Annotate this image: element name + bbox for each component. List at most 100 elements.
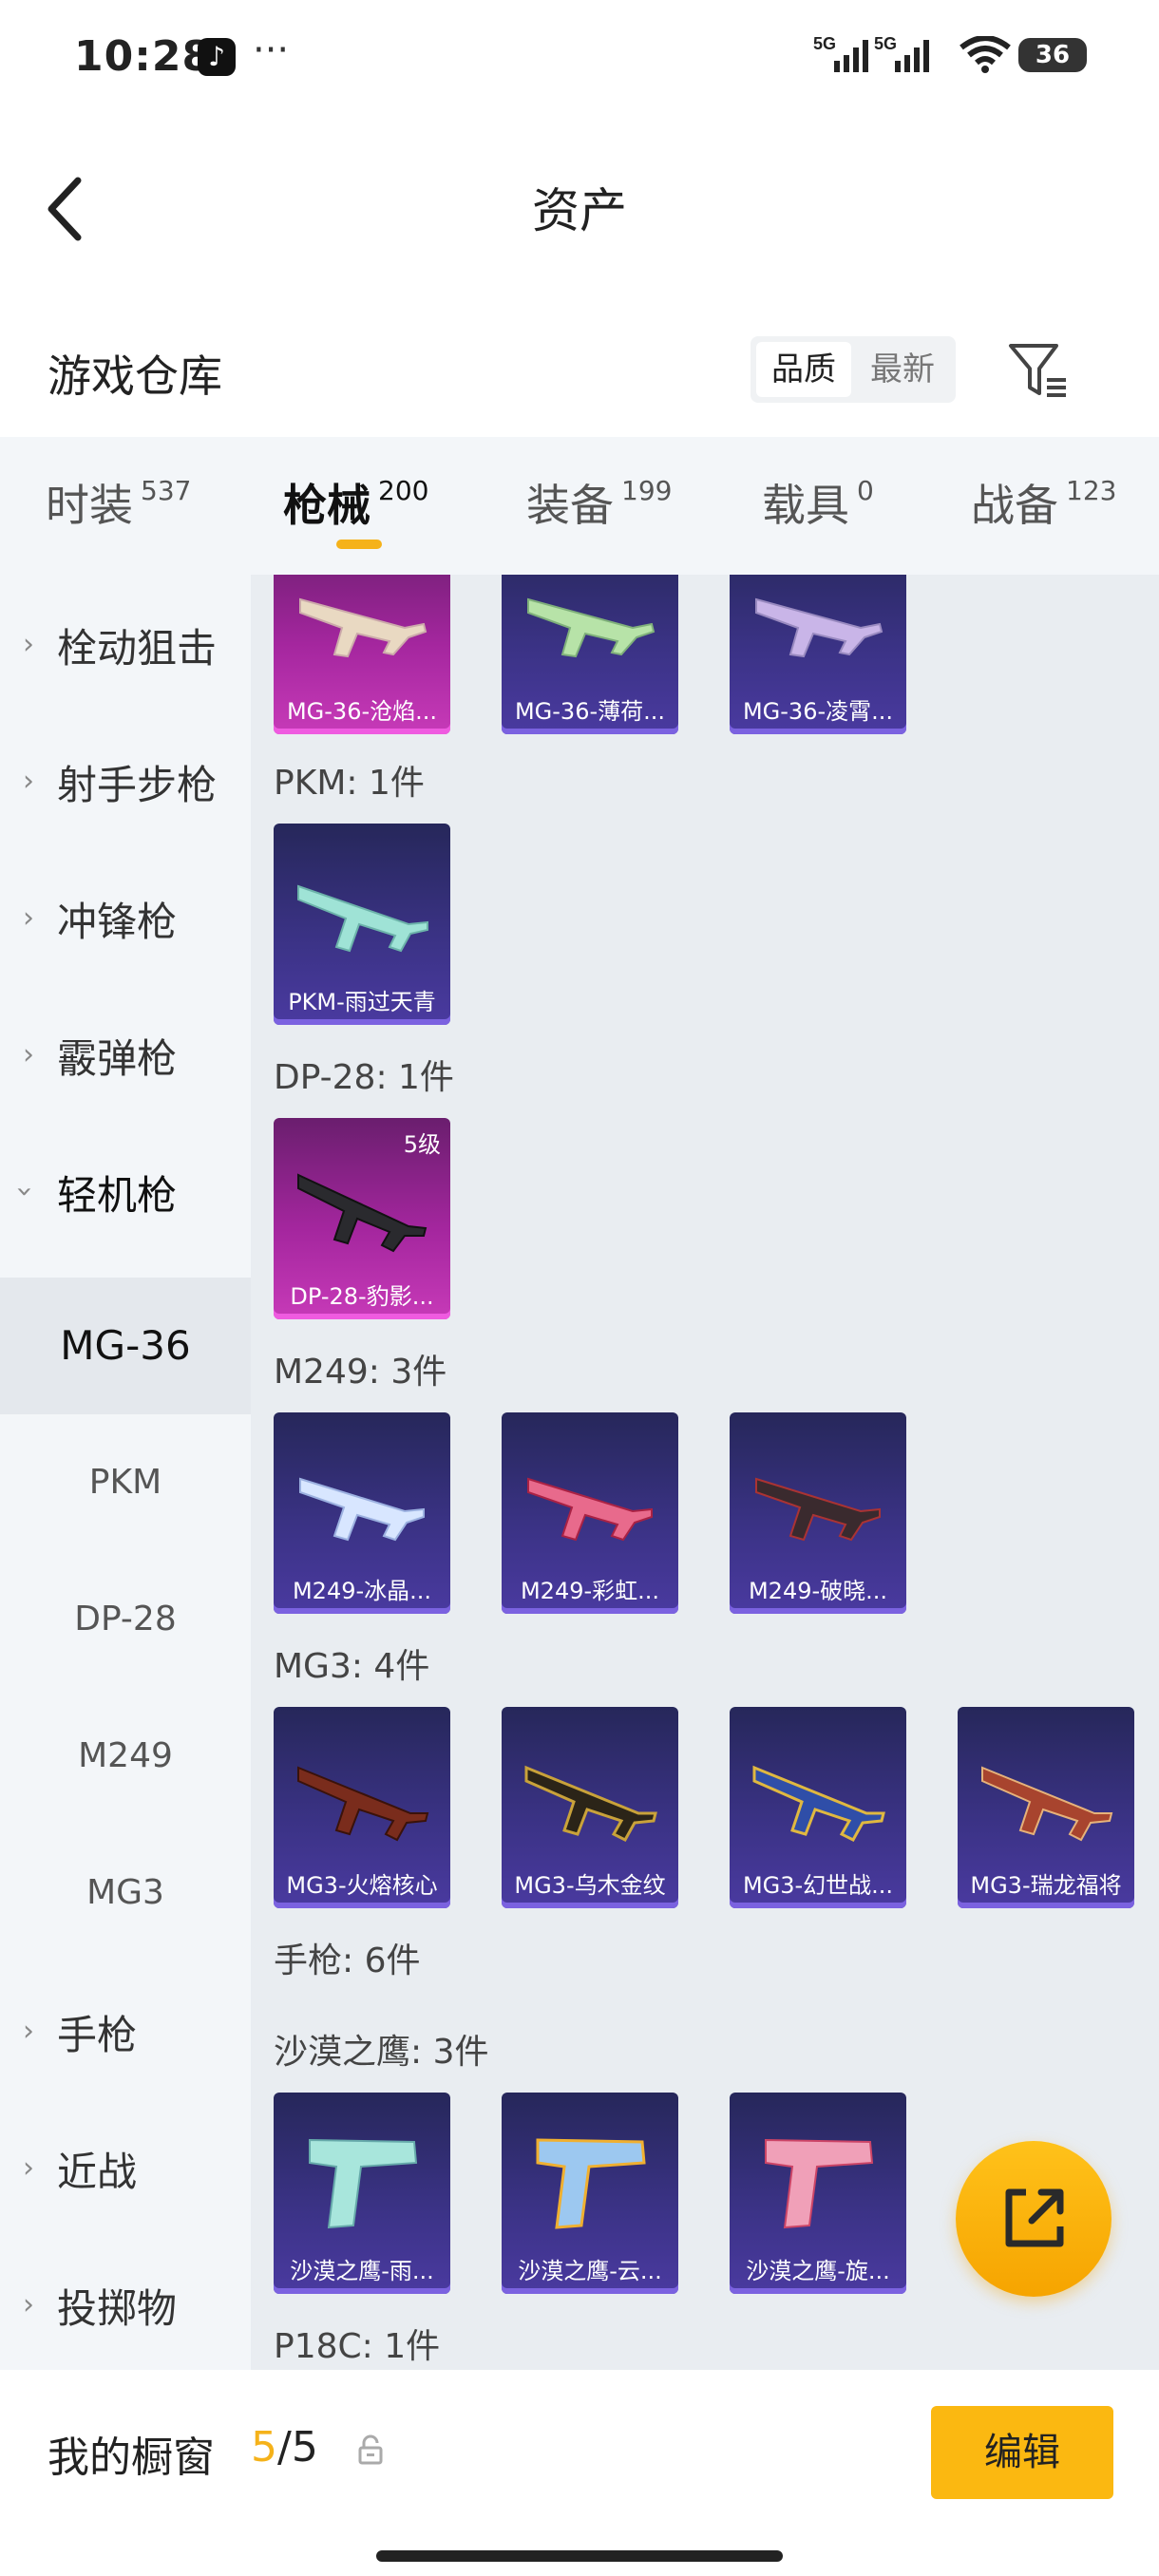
weapon-card-name: M249-彩虹... xyxy=(520,1578,660,1604)
chevron-right-icon: › xyxy=(23,2015,34,2048)
showcase-title: 我的橱窗 xyxy=(48,2434,215,2482)
weapon-card[interactable]: MG3-幻世战... xyxy=(730,1707,906,1908)
weapon-card[interactable]: MG3-火熔核心 xyxy=(274,1707,450,1908)
weapon-card-name: M249-冰晶... xyxy=(292,1578,432,1604)
chevron-right-icon: › xyxy=(23,901,34,935)
sidebar-sub-pkm[interactable]: PKM xyxy=(0,1414,251,1551)
weapon-card[interactable]: 沙漠之鹰-云... xyxy=(502,2093,678,2294)
group-title-dp28: DP-28: 1件 xyxy=(274,1058,454,1097)
sidebar-item-marksman-rifle[interactable]: › 射手步枪 xyxy=(0,711,251,848)
showcase-bar: 我的橱窗 5/5 编辑 xyxy=(0,2370,1159,2576)
machine-gun-icon xyxy=(297,1173,428,1253)
share-external-icon xyxy=(1005,2188,1064,2247)
weapon-card[interactable]: 5级 DP-28-豹影... xyxy=(274,1118,450,1319)
tiktok-icon: ♪ xyxy=(198,38,236,76)
weapon-card[interactable]: MG-36-薄荷... xyxy=(502,575,678,734)
tab-count: 537 xyxy=(141,475,192,506)
weapon-card-name: MG3-火熔核心 xyxy=(286,1872,438,1899)
weapon-card-name: 沙漠之鹰-雨... xyxy=(290,2258,434,2284)
tab-vehicles[interactable]: 载具 0 xyxy=(762,471,874,534)
sidebar-item-label: 射手步枪 xyxy=(57,762,218,808)
sidebar-item-bolt-sniper[interactable]: › 栓动狙击 xyxy=(0,575,251,711)
sidebar-item-label: 霰弹枪 xyxy=(57,1035,178,1082)
machine-gun-icon xyxy=(297,1766,429,1842)
more-notifications-icon: ··· xyxy=(253,28,290,72)
rifle-icon xyxy=(299,1477,425,1542)
share-floating-button[interactable] xyxy=(956,2141,1112,2297)
group-title-deagle: 沙漠之鹰: 3件 xyxy=(274,2033,489,2072)
weapon-card[interactable]: M249-破晓... xyxy=(730,1412,906,1614)
weapon-card[interactable]: M249-彩虹... xyxy=(502,1412,678,1614)
rifle-icon xyxy=(755,1477,881,1542)
group-title-mg3: MG3: 4件 xyxy=(274,1647,430,1686)
sidebar-item-pistol[interactable]: › 手枪 xyxy=(0,1961,251,2098)
tab-label: 装备 xyxy=(526,480,614,531)
weapon-card-name: MG-36-薄荷... xyxy=(514,698,666,725)
weapon-card-name: MG3-乌木金纹 xyxy=(514,1872,666,1899)
sidebar-item-label: 轻机枪 xyxy=(57,1172,178,1219)
lock-icon xyxy=(358,2434,383,2465)
tab-label: 时装 xyxy=(46,480,133,531)
machine-gun-icon xyxy=(752,1765,885,1842)
sidebar-item-throwables[interactable]: › 投掷物 xyxy=(0,2235,251,2372)
tab-count: 200 xyxy=(378,475,429,506)
sidebar-item-melee[interactable]: › 近战 xyxy=(0,2098,251,2235)
filter-icon[interactable] xyxy=(1007,340,1070,403)
weapon-card-name: DP-28-豹影... xyxy=(290,1283,434,1310)
weapon-card-name: MG-36-凌霄... xyxy=(742,698,894,725)
weapon-card[interactable]: MG-36-凌霄... xyxy=(730,575,906,734)
sidebar-item-smg[interactable]: › 冲锋枪 xyxy=(0,848,251,985)
signal-5g-icon-2: 5G xyxy=(874,34,929,72)
sidebar-item-label: 冲锋枪 xyxy=(57,899,178,945)
category-tabs: 时装 537 枪械 200 装备 199 载具 0 战备 123 xyxy=(0,437,1159,575)
weapon-card-name: MG-36-沧焰... xyxy=(286,698,438,725)
chevron-right-icon: › xyxy=(23,2288,34,2321)
sidebar-item-label: 近战 xyxy=(57,2149,138,2195)
app-header: 资产 xyxy=(0,142,1159,266)
sidebar-item-lmg[interactable]: › 轻机枪 xyxy=(0,1122,251,1259)
edit-showcase-button[interactable]: 编辑 xyxy=(931,2406,1113,2499)
tab-count: 199 xyxy=(621,475,673,506)
rifle-icon xyxy=(527,1477,653,1542)
chevron-down-icon: › xyxy=(8,1185,42,1198)
weapon-card-name: MG3-瑞龙福将 xyxy=(970,1872,1122,1899)
weapon-card[interactable]: MG3-乌木金纹 xyxy=(502,1707,678,1908)
weapon-type-sidebar: › 栓动狙击 › 射手步枪 › 冲锋枪 › 霰弹枪 › 轻机枪 MG-36 PKM DP-… xyxy=(0,575,251,2370)
tab-fashion[interactable]: 时装 537 xyxy=(46,471,191,534)
rifle-icon xyxy=(755,597,884,658)
weapon-card-name: 沙漠之鹰-云... xyxy=(518,2258,662,2284)
tab-equipment[interactable]: 装备 199 xyxy=(526,471,672,534)
sidebar-item-label: 手枪 xyxy=(57,2012,138,2058)
sidebar-sub-mg36[interactable]: MG-36 xyxy=(0,1278,251,1414)
group-title-pkm: PKM: 1件 xyxy=(274,764,425,803)
sort-segmented-control: 品质 最新 xyxy=(750,336,956,403)
weapon-card[interactable]: MG3-瑞龙福将 xyxy=(958,1707,1134,1908)
tab-firearms[interactable]: 枪械 200 xyxy=(283,471,428,534)
weapon-card[interactable]: M249-冰晶... xyxy=(274,1412,450,1614)
home-indicator[interactable] xyxy=(376,2550,783,2562)
machine-gun-icon xyxy=(981,1766,1113,1842)
chevron-right-icon: › xyxy=(23,1038,34,1071)
weapon-card[interactable]: 沙漠之鹰-旋... xyxy=(730,2093,906,2294)
active-tab-indicator xyxy=(336,540,382,549)
weapon-card[interactable]: MG-36-沧焰... xyxy=(274,575,450,734)
machine-gun-icon xyxy=(297,884,428,953)
rifle-icon xyxy=(299,597,428,658)
sidebar-item-shotgun[interactable]: › 霰弹枪 xyxy=(0,985,251,1122)
sidebar-sub-dp28[interactable]: DP-28 xyxy=(0,1551,251,1688)
page-title: 资产 xyxy=(532,183,627,238)
weapon-card-name: PKM-雨过天青 xyxy=(288,989,436,1015)
tab-label: 战备 xyxy=(971,480,1058,531)
chevron-right-icon: › xyxy=(23,2151,34,2185)
sort-quality-option[interactable]: 品质 xyxy=(756,342,851,397)
weapon-card[interactable]: 沙漠之鹰-雨... xyxy=(274,2093,450,2294)
weapon-card[interactable]: PKM-雨过天青 xyxy=(274,824,450,1025)
sidebar-sub-mg3[interactable]: MG3 xyxy=(0,1825,251,1961)
sidebar-sub-m249[interactable]: M249 xyxy=(0,1688,251,1825)
tab-battle-gear[interactable]: 战备 123 xyxy=(971,471,1116,534)
weapon-card-name: 沙漠之鹰-旋... xyxy=(746,2258,890,2284)
sort-newest-option[interactable]: 最新 xyxy=(855,342,950,397)
machine-gun-icon xyxy=(524,1765,657,1842)
weapon-card-name: MG3-幻世战... xyxy=(742,1872,894,1899)
battery-icon: 36 xyxy=(1018,38,1087,72)
